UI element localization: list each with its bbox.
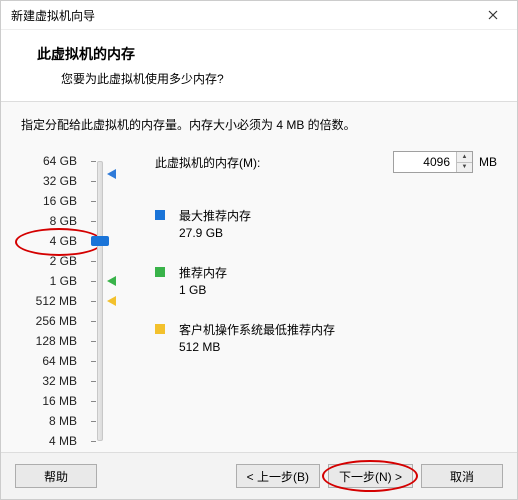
- min-label: 客户机操作系统最低推荐内存: [179, 321, 335, 338]
- scale-label: 4 GB: [21, 231, 85, 251]
- rec-value: 1 GB: [179, 283, 227, 297]
- back-button[interactable]: < 上一步(B): [236, 464, 320, 488]
- min-recommended-block: 客户机操作系统最低推荐内存 512 MB: [155, 321, 497, 354]
- max-recommended-block: 最大推荐内存 27.9 GB: [155, 207, 497, 240]
- scale-label: 128 MB: [21, 331, 85, 351]
- info-column: 此虚拟机的内存(M): ▲ ▼ MB: [119, 151, 497, 378]
- scale-label: 256 MB: [21, 311, 85, 331]
- square-icon-max: [155, 210, 165, 220]
- min-value: 512 MB: [179, 340, 335, 354]
- cancel-button[interactable]: 取消: [421, 464, 503, 488]
- slider-track: [97, 161, 103, 441]
- scale-label: 1 GB: [21, 271, 85, 291]
- max-marker-icon: [107, 169, 116, 179]
- spinner-up-button[interactable]: ▲: [457, 152, 472, 163]
- titlebar: 新建虚拟机向导: [1, 1, 517, 30]
- scale-label: 8 GB: [21, 211, 85, 231]
- scale-label: 8 MB: [21, 411, 85, 431]
- scale-label: 2 GB: [21, 251, 85, 271]
- scale-label: 512 MB: [21, 291, 85, 311]
- slider-thumb[interactable]: [91, 236, 109, 246]
- memory-slider[interactable]: [85, 151, 119, 451]
- scale-label: 4 MB: [21, 431, 85, 451]
- scale-label: 16 GB: [21, 191, 85, 211]
- recommended-block: 推荐内存 1 GB: [155, 264, 497, 297]
- wizard-header: 此虚拟机的内存 您要为此虚拟机使用多少内存?: [1, 30, 517, 102]
- min-marker-icon: [107, 296, 116, 306]
- wizard-body: 指定分配给此虚拟机的内存量。内存大小必须为 4 MB 的倍数。 64 GB 32…: [1, 102, 517, 452]
- square-icon-rec: [155, 267, 165, 277]
- scale-label: 64 GB: [21, 151, 85, 171]
- next-button[interactable]: 下一步(N) >: [328, 464, 413, 488]
- close-icon: [488, 10, 498, 20]
- memory-unit: MB: [479, 155, 497, 169]
- scale-label: 32 GB: [21, 171, 85, 191]
- scale-label: 16 MB: [21, 391, 85, 411]
- scale-label: 64 MB: [21, 351, 85, 371]
- memory-area: 64 GB 32 GB 16 GB 8 GB 4 GB 2 GB 1 GB 51…: [21, 151, 497, 451]
- memory-input[interactable]: [394, 152, 456, 172]
- max-label: 最大推荐内存: [179, 207, 251, 224]
- close-button[interactable]: [473, 1, 513, 29]
- max-value: 27.9 GB: [179, 226, 251, 240]
- spinner-down-button[interactable]: ▼: [457, 163, 472, 173]
- rec-marker-icon: [107, 276, 116, 286]
- wizard-footer: 帮助 < 上一步(B) 下一步(N) > 取消: [1, 452, 517, 499]
- window-title: 新建虚拟机向导: [11, 7, 95, 24]
- wizard-window: 新建虚拟机向导 此虚拟机的内存 您要为此虚拟机使用多少内存? 指定分配给此虚拟机…: [0, 0, 518, 500]
- scale-label: 32 MB: [21, 371, 85, 391]
- instruction-text: 指定分配给此虚拟机的内存量。内存大小必须为 4 MB 的倍数。: [21, 116, 497, 133]
- memory-field-label: 此虚拟机的内存(M):: [155, 154, 260, 171]
- page-subheading: 您要为此虚拟机使用多少内存?: [61, 70, 499, 87]
- scale-labels: 64 GB 32 GB 16 GB 8 GB 4 GB 2 GB 1 GB 51…: [21, 151, 85, 451]
- help-button[interactable]: 帮助: [15, 464, 97, 488]
- page-heading: 此虚拟机的内存: [37, 44, 499, 64]
- square-icon-min: [155, 324, 165, 334]
- memory-field-row: 此虚拟机的内存(M): ▲ ▼ MB: [155, 151, 497, 173]
- rec-label: 推荐内存: [179, 264, 227, 281]
- memory-spinner[interactable]: ▲ ▼: [393, 151, 473, 173]
